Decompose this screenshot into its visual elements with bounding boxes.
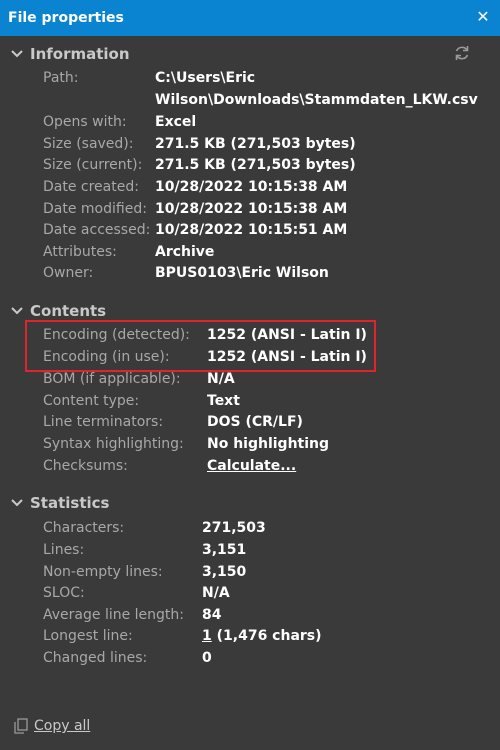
opens-with-label: Opens with: <box>43 114 127 130</box>
date-created-value: 10/28/2022 10:15:38 AM <box>155 179 348 195</box>
content-type-value: Text <box>207 393 240 409</box>
characters-label: Characters: <box>43 520 125 536</box>
longest-line-value: 1 (1,476 chars) <box>202 628 322 644</box>
section-title: Contents <box>30 302 107 320</box>
section-header-information[interactable]: Information <box>10 44 130 64</box>
close-icon[interactable]: ✕ <box>474 8 492 26</box>
longest-line-chars: (1,476 chars) <box>211 628 322 644</box>
attributes-value: Archive <box>155 244 215 260</box>
characters-value: 271,503 <box>202 520 266 536</box>
size-saved-label: Size (saved): <box>43 136 134 152</box>
size-saved-value: 271.5 KB (271,503 bytes) <box>155 136 356 152</box>
section-title: Information <box>30 45 130 63</box>
line-terminators-label: Line terminators: <box>43 414 164 430</box>
syntax-value: No highlighting <box>207 436 330 452</box>
copy-all-button[interactable]: Copy all <box>14 718 90 734</box>
copy-all-label: Copy all <box>34 718 91 734</box>
size-current-value: 271.5 KB (271,503 bytes) <box>155 157 356 173</box>
line-terminators-value: DOS (CR/LF) <box>207 414 303 430</box>
path-label: Path: <box>43 70 79 86</box>
refresh-icon[interactable] <box>453 44 471 62</box>
longest-line-label: Longest line: <box>43 628 133 644</box>
encoding-detected-label: Encoding (detected): <box>43 327 190 343</box>
changed-lines-value: 0 <box>202 650 212 666</box>
syntax-label: Syntax highlighting: <box>43 436 184 452</box>
section-title: Statistics <box>30 494 110 512</box>
title-bar: File properties ✕ <box>0 0 500 36</box>
nonempty-lines-label: Non-empty lines: <box>43 564 163 580</box>
path-value-line1: C:\Users\Eric <box>155 70 256 86</box>
encoding-in-use-value: 1252 (ANSI - Latin I) <box>207 349 367 365</box>
chevron-down-icon <box>11 499 23 507</box>
copy-icon <box>14 718 28 734</box>
attributes-label: Attributes: <box>43 244 117 260</box>
date-modified-label: Date modified: <box>43 201 147 217</box>
avg-line-length-label: Average line length: <box>43 607 184 623</box>
section-header-contents[interactable]: Contents <box>10 301 106 321</box>
section-header-statistics[interactable]: Statistics <box>10 493 109 513</box>
sloc-label: SLOC: <box>43 585 85 601</box>
encoding-detected-value: 1252 (ANSI - Latin I) <box>207 327 367 343</box>
owner-value: BPUS0103\Eric Wilson <box>155 265 329 281</box>
date-accessed-value: 10/28/2022 10:15:51 AM <box>155 222 348 238</box>
bom-value: N/A <box>207 371 235 387</box>
chevron-down-icon <box>11 50 23 58</box>
chevron-down-icon <box>11 307 23 315</box>
owner-label: Owner: <box>43 265 94 281</box>
calculate-checksums-link[interactable]: Calculate... <box>207 458 296 474</box>
content-type-label: Content type: <box>43 393 140 409</box>
checksums-label: Checksums: <box>43 458 128 474</box>
bom-label: BOM (if applicable): <box>43 371 181 387</box>
sloc-value: N/A <box>202 585 230 601</box>
avg-line-length-value: 84 <box>202 607 222 623</box>
lines-value: 3,151 <box>202 542 247 558</box>
longest-line-link[interactable]: 1 <box>202 628 212 644</box>
window-title: File properties <box>8 10 124 26</box>
nonempty-lines-value: 3,150 <box>202 564 247 580</box>
path-value-line2: Wilson\Downloads\Stammdaten_LKW.csv <box>155 92 478 108</box>
encoding-in-use-label: Encoding (in use): <box>43 349 170 365</box>
size-current-label: Size (current): <box>43 157 143 173</box>
lines-label: Lines: <box>43 542 85 558</box>
date-accessed-label: Date accessed: <box>43 222 151 238</box>
changed-lines-label: Changed lines: <box>43 650 148 666</box>
opens-with-value: Excel <box>155 114 197 130</box>
date-modified-value: 10/28/2022 10:15:38 AM <box>155 201 348 217</box>
date-created-label: Date created: <box>43 179 139 195</box>
